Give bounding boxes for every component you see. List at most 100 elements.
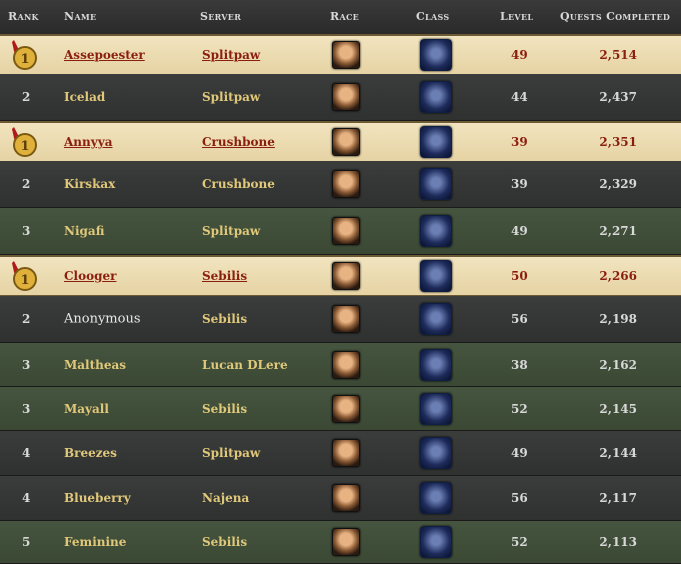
class-icon: [420, 126, 452, 158]
race-portrait-icon: [332, 128, 360, 156]
table-row: 1 Annyya Crushbone 39 2,351: [0, 121, 681, 163]
medal-icon: 1: [12, 40, 37, 70]
server-link[interactable]: Crushbone: [202, 135, 275, 149]
race-portrait-icon: [332, 484, 360, 512]
rank-value: 4: [22, 491, 31, 505]
player-name: Mayall: [64, 401, 109, 416]
class-icon: [420, 392, 452, 425]
table-row: 2 Anonymous Sebilis 56 2,198: [0, 296, 681, 343]
table-row: 1 Assepoester Splitpaw 49 2,514: [0, 34, 681, 76]
table-row: 2 Kirskax Crushbone 39 2,329: [0, 161, 681, 208]
class-icon: [420, 437, 452, 469]
player-name: Nigafi: [64, 224, 105, 238]
quests-value: 2,117: [599, 491, 637, 505]
race-portrait-icon: [332, 217, 360, 245]
level-value: 39: [511, 177, 528, 191]
race-portrait-icon: [332, 83, 360, 111]
table-row: 4 Blueberry Najena 56 2,117: [0, 476, 681, 521]
race-portrait-icon: [332, 41, 360, 69]
svg-text:1: 1: [20, 139, 29, 154]
player-name-link[interactable]: Clooger: [64, 269, 116, 283]
race-portrait-icon: [332, 262, 360, 290]
header-rank[interactable]: Rank: [8, 10, 39, 23]
header-quests[interactable]: Quests Completed: [560, 10, 670, 23]
server-name: Najena: [202, 491, 250, 505]
rank-value: 4: [22, 446, 31, 460]
race-portrait-icon: [332, 394, 360, 423]
server-name: Splitpaw: [202, 90, 261, 104]
class-icon: [420, 482, 452, 514]
player-name: Icelad: [64, 90, 106, 104]
quests-value: 2,271: [599, 224, 637, 238]
player-name: Maltheas: [64, 357, 127, 372]
server-name: Sebilis: [202, 535, 248, 549]
header-name[interactable]: Name: [64, 10, 96, 23]
medal-icon: 1: [12, 127, 37, 157]
class-icon: [420, 168, 452, 200]
svg-text:1: 1: [20, 52, 29, 67]
table-row: 3 Maltheas Lucan DLere 38 2,162: [0, 343, 681, 387]
player-name: Blueberry: [64, 491, 131, 505]
server-name: Sebilis: [202, 401, 248, 416]
table-row: 3 Mayall Sebilis 52 2,145: [0, 387, 681, 431]
server-link[interactable]: Sebilis: [202, 269, 247, 283]
rank-value: 3: [22, 357, 31, 372]
class-icon: [420, 215, 452, 247]
rank-value: 2: [22, 90, 31, 104]
player-name-link[interactable]: Annyya: [64, 135, 112, 149]
player-name: Kirskax: [64, 177, 116, 191]
quests-value: 2,266: [599, 269, 637, 283]
race-portrait-icon: [332, 439, 360, 467]
server-name: Splitpaw: [202, 224, 261, 238]
rank-value: 2: [22, 312, 31, 326]
level-value: 38: [511, 357, 528, 372]
rank-value: 3: [22, 224, 31, 238]
player-name: Anonymous: [64, 311, 141, 327]
server-name: Splitpaw: [202, 446, 261, 460]
class-icon: [420, 260, 452, 292]
race-portrait-icon: [332, 170, 360, 198]
race-portrait-icon: [332, 350, 360, 379]
table-row: 3 Nigafi Splitpaw 49 2,271: [0, 208, 681, 255]
race-portrait-icon: [332, 528, 360, 556]
rank-value: 5: [22, 535, 31, 549]
quests-value: 2,329: [599, 177, 637, 191]
level-value: 49: [511, 224, 528, 238]
race-portrait-icon: [332, 305, 360, 333]
header-server[interactable]: Server: [200, 10, 241, 23]
class-icon: [420, 81, 452, 113]
quests-value: 2,351: [599, 135, 637, 149]
class-icon: [420, 526, 452, 558]
class-icon: [420, 348, 452, 381]
table-row: 2 Icelad Splitpaw 44 2,437: [0, 74, 681, 121]
player-name: Breezes: [64, 446, 117, 460]
table-row: 4 Breezes Splitpaw 49 2,144: [0, 431, 681, 476]
level-value: 56: [511, 491, 528, 505]
header-race[interactable]: Race: [330, 10, 359, 23]
player-name-link[interactable]: Assepoester: [64, 48, 145, 62]
level-value: 39: [511, 135, 528, 149]
quests-value: 2,162: [599, 357, 637, 372]
level-value: 49: [511, 446, 528, 460]
table-row: 5 Feminine Sebilis 52 2,113: [0, 521, 681, 564]
quests-value: 2,145: [599, 401, 637, 416]
quests-value: 2,144: [599, 446, 637, 460]
header-class[interactable]: Class: [416, 10, 449, 23]
class-icon: [420, 39, 452, 71]
server-name: Lucan DLere: [202, 357, 288, 372]
player-name: Feminine: [64, 535, 127, 549]
quests-value: 2,198: [599, 312, 637, 326]
rank-value: 3: [22, 401, 31, 416]
medal-icon: 1: [12, 261, 37, 291]
server-name: Crushbone: [202, 177, 275, 191]
quests-value: 2,514: [599, 48, 637, 62]
header-level[interactable]: Level: [500, 10, 533, 23]
table-header: Rank Name Server Race Class Level Quests…: [0, 0, 681, 35]
server-link[interactable]: Splitpaw: [202, 48, 260, 62]
level-value: 44: [511, 90, 528, 104]
level-value: 50: [511, 269, 528, 283]
level-value: 49: [511, 48, 528, 62]
svg-text:1: 1: [20, 273, 29, 288]
level-value: 56: [511, 312, 528, 326]
class-icon: [420, 303, 452, 335]
